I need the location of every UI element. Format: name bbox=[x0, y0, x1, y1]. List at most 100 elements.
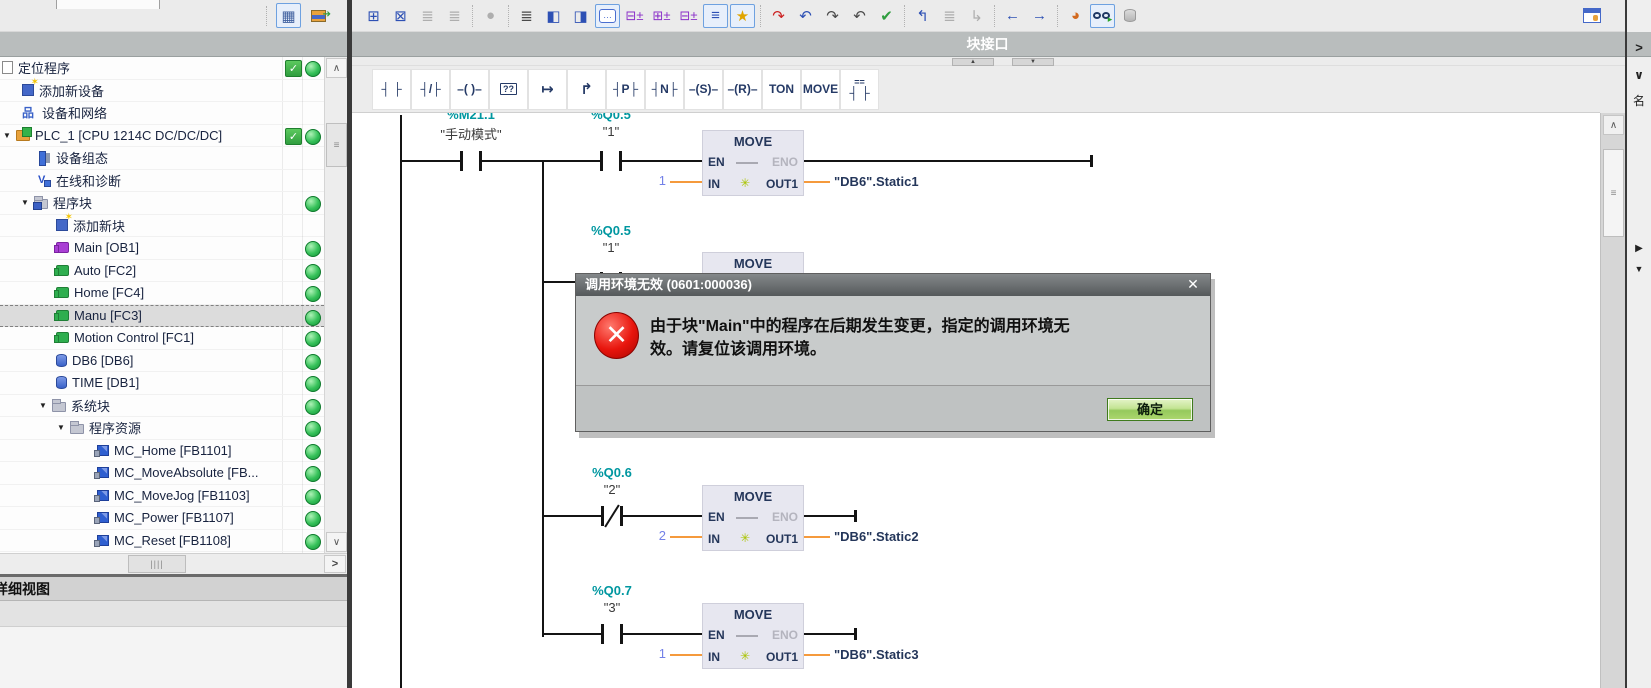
collapse-title-icon[interactable]: ◧ bbox=[541, 4, 566, 28]
marker-down-icon[interactable]: ▼ bbox=[1627, 264, 1651, 274]
expander-icon[interactable]: ▼ bbox=[3, 131, 16, 140]
tree-item-device-config[interactable]: 设备组态 bbox=[0, 147, 324, 170]
operand-address[interactable]: %Q0.7 bbox=[592, 583, 632, 598]
panel-collapse-icon[interactable]: ∨ bbox=[1627, 68, 1651, 82]
contact-n-button[interactable]: ┤N├ bbox=[645, 69, 684, 110]
tree-item-project-root[interactable]: 定位程序 bbox=[0, 57, 324, 80]
nc-contact[interactable] bbox=[601, 506, 623, 526]
tree-item-program-blocks[interactable]: ▼ 程序块 bbox=[0, 192, 324, 215]
operand-comment-icon[interactable]: ⊞± bbox=[649, 4, 674, 28]
snapshot-load-icon[interactable]: ↶ bbox=[847, 4, 872, 28]
tree-item-db6[interactable]: DB6 [DB6] bbox=[0, 350, 324, 373]
tree-item-mc-movejog[interactable]: MC_MoveJog [FB1103] bbox=[0, 485, 324, 508]
operand-name[interactable]: "1" bbox=[603, 240, 619, 255]
out-operand[interactable]: "DB6".Static2 bbox=[834, 529, 919, 544]
tree-item-mc-reset[interactable]: MC_Reset [FB1108] bbox=[0, 530, 324, 553]
favorites-pane-icon[interactable]: ★ bbox=[730, 4, 755, 28]
scroll-up-icon[interactable]: ∧ bbox=[326, 58, 347, 78]
comment-bubble-icon[interactable]: … bbox=[595, 4, 620, 28]
tree-vertical-scrollbar[interactable]: ∧ ≡ ∨ bbox=[324, 57, 347, 553]
scroll-up-icon[interactable]: ∧ bbox=[1603, 115, 1624, 135]
grid-view-icon[interactable]: ▦ bbox=[276, 3, 301, 28]
split-editor-icon[interactable] bbox=[1583, 8, 1601, 23]
empty-box-button[interactable]: ?? bbox=[489, 69, 528, 110]
tree-item-time-db1[interactable]: TIME [DB1] bbox=[0, 372, 324, 395]
tree-item-online-diagnostics[interactable]: V 在线和诊断 bbox=[0, 170, 324, 193]
contact-no-button[interactable]: ┤ ├ bbox=[372, 69, 411, 110]
tree-item-home-fc4[interactable]: Home [FC4] bbox=[0, 282, 324, 305]
tree-item-devices-networks[interactable]: 品 设备和网络 bbox=[0, 102, 324, 125]
interface-collapse-icon[interactable]: ▼ bbox=[1012, 58, 1054, 66]
move-block[interactable]: MOVE EN ENO IN ✳ OUT1 bbox=[702, 485, 804, 551]
panel-tab-label[interactable]: 名 bbox=[1627, 92, 1651, 109]
expand-all-networks-icon[interactable]: ≣ bbox=[514, 4, 539, 28]
expander-icon[interactable]: ▼ bbox=[39, 401, 52, 410]
network-title-toggle-icon[interactable]: ◨ bbox=[568, 4, 593, 28]
operand-name[interactable]: "3" bbox=[604, 600, 620, 615]
panel-expand-icon[interactable]: > bbox=[1627, 40, 1651, 55]
tree-item-program-resources[interactable]: ▼ 程序资源 bbox=[0, 417, 324, 440]
contact-p-button[interactable]: ┤P├ bbox=[606, 69, 645, 110]
open-branch-button[interactable]: ↦ bbox=[528, 69, 567, 110]
goto-network-icon[interactable]: ● bbox=[478, 4, 503, 28]
modify-value-icon[interactable]: ✳ bbox=[740, 176, 750, 190]
operand-address[interactable]: %Q0.6 bbox=[592, 465, 632, 480]
prev-setpoint-icon[interactable]: ↰ bbox=[910, 4, 935, 28]
operand-address[interactable]: %M21.1 bbox=[447, 113, 495, 122]
tree-item-manu-fc3[interactable]: Manu [FC3] bbox=[0, 305, 324, 328]
jump-back-icon[interactable]: ← bbox=[1000, 4, 1025, 28]
close-icon[interactable]: ✕ bbox=[1183, 276, 1203, 293]
undo-change-icon[interactable]: ↶ bbox=[793, 4, 818, 28]
tree-item-plc1[interactable]: ▼ PLC_1 [CPU 1214C DC/DC/DC] bbox=[0, 125, 324, 148]
editor-vertical-scrollbar[interactable]: ∧ ≡ bbox=[1600, 113, 1625, 688]
block-interface-header[interactable]: 块接口 bbox=[352, 32, 1651, 57]
snapshot-save-icon[interactable]: ↷ bbox=[820, 4, 845, 28]
monitoring-icon[interactable]: ▸ bbox=[1090, 4, 1115, 28]
tree-horizontal-scrollbar[interactable]: |||| > bbox=[0, 553, 347, 574]
reset-coil-button[interactable]: –(R)– bbox=[723, 69, 762, 110]
out-operand[interactable]: "DB6".Static3 bbox=[834, 647, 919, 662]
move-button[interactable]: MOVE bbox=[801, 69, 840, 110]
in-value[interactable]: 2 bbox=[648, 528, 666, 543]
tree-item-motion-control-fc1[interactable]: Motion Control [FC1] bbox=[0, 327, 324, 350]
discard-change-icon[interactable]: ↷ bbox=[766, 4, 791, 28]
move-block[interactable]: MOVE EN ENO IN ✳ OUT1 bbox=[702, 603, 804, 669]
operand-info-icon[interactable]: ⊟± bbox=[622, 4, 647, 28]
next-setpoint-icon[interactable]: ↳ bbox=[964, 4, 989, 28]
tree-item-main-ob1[interactable]: Main [OB1] bbox=[0, 237, 324, 260]
tree-item-mc-power[interactable]: MC_Power [FB1107] bbox=[0, 507, 324, 530]
coil-button[interactable]: –( )– bbox=[450, 69, 489, 110]
interface-expand-icon[interactable]: ▲ bbox=[952, 58, 994, 66]
tree-item-add-block[interactable]: 添加新块 bbox=[0, 215, 324, 238]
operand-tag-icon[interactable]: ⊟± bbox=[676, 4, 701, 28]
no-contact[interactable] bbox=[600, 151, 622, 171]
table-export-icon[interactable] bbox=[306, 3, 331, 28]
tree-item-add-device[interactable]: 添加新设备 bbox=[0, 80, 324, 103]
data-block-freeze-icon[interactable] bbox=[1117, 4, 1142, 28]
scrollbar-thumb[interactable]: |||| bbox=[128, 555, 186, 573]
insert-row-icon[interactable]: ≣ bbox=[415, 4, 440, 28]
move-block[interactable]: MOVE EN ENO IN ✳ OUT1 bbox=[702, 130, 804, 196]
operand-name[interactable]: "2" bbox=[604, 482, 620, 497]
set-coil-button[interactable]: –(S)– bbox=[684, 69, 723, 110]
scrollbar-thumb[interactable]: ≡ bbox=[326, 123, 347, 167]
scrollbar-thumb[interactable]: ≡ bbox=[1603, 149, 1624, 237]
consistency-check-icon[interactable]: ✔ bbox=[874, 4, 899, 28]
modify-value-icon[interactable]: ✳ bbox=[740, 531, 750, 545]
tree-item-auto-fc2[interactable]: Auto [FC2] bbox=[0, 260, 324, 283]
program-status-icon[interactable]: ◕ bbox=[1063, 4, 1088, 28]
marker-play-icon[interactable]: ▶ bbox=[1627, 243, 1651, 254]
scroll-down-icon[interactable]: ∨ bbox=[326, 532, 347, 552]
close-branch-button[interactable]: ↱ bbox=[567, 69, 606, 110]
in-value[interactable]: 1 bbox=[648, 646, 666, 661]
setpoint-rows-icon[interactable]: ≣ bbox=[937, 4, 962, 28]
ton-timer-button[interactable]: TON bbox=[762, 69, 801, 110]
insert-network-icon[interactable]: ⊞ bbox=[361, 4, 386, 28]
tree-item-mc-moveabsolute[interactable]: MC_MoveAbsolute [FB... bbox=[0, 462, 324, 485]
modify-value-icon[interactable]: ✳ bbox=[740, 649, 750, 663]
expander-icon[interactable]: ▼ bbox=[57, 423, 70, 432]
no-contact[interactable] bbox=[601, 624, 623, 644]
operand-name[interactable]: "1" bbox=[603, 124, 619, 139]
no-contact[interactable] bbox=[460, 151, 482, 171]
compare-contact-button[interactable]: == ┤ ├ bbox=[840, 69, 879, 110]
